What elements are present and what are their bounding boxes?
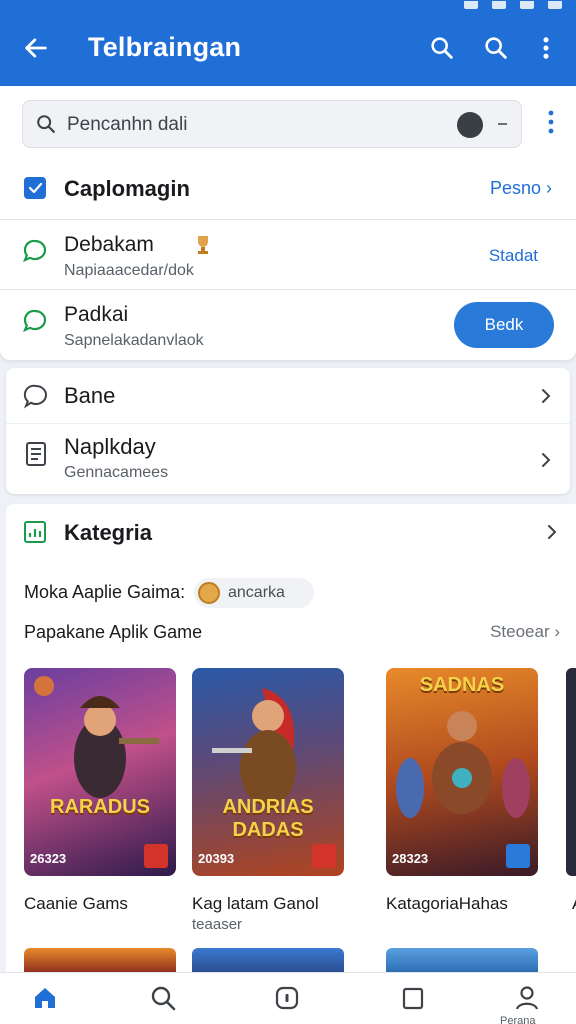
game-card-peek[interactable] xyxy=(566,668,576,876)
battery-icon xyxy=(520,1,534,9)
game-title-peek: A xyxy=(572,894,576,914)
filter-icon[interactable] xyxy=(498,123,507,125)
games-subtitle: Papakane Aplik Game xyxy=(24,622,203,642)
battery-icon-2 xyxy=(548,1,562,9)
game-card[interactable]: RARADUS 26323 Caanie Gams xyxy=(24,668,176,913)
game-card[interactable]: SADNAS 28323 KatagoriaHahas xyxy=(386,668,538,913)
game-thumbnail-row2[interactable] xyxy=(192,948,344,974)
app-bar: Telbraingan xyxy=(0,0,576,86)
chevron-right-icon xyxy=(542,453,551,467)
game-card[interactable]: ANDRIAS DADAS 20393 Kag latam Ganol teaa… xyxy=(192,668,344,933)
game-title: Kag latam Ganol xyxy=(192,894,319,913)
game-thumbnail[interactable]: SADNAS 28323 xyxy=(386,668,538,876)
list-item[interactable]: Padkai Sapnelakadanvlaok Bedk xyxy=(0,290,576,360)
back-button[interactable]: Bedk xyxy=(454,302,554,348)
chat-bubble-icon xyxy=(23,239,47,263)
list-item-title: Debakam xyxy=(64,233,154,256)
search-bar[interactable]: Pencanhn dali xyxy=(22,100,522,148)
list-item[interactable]: Debakam Napiaaacedar/dok Stadat xyxy=(0,220,576,290)
game-logo: SADNAS xyxy=(419,674,505,696)
menu-item-bane[interactable]: Bane xyxy=(6,368,570,424)
menu-item-naplkday[interactable]: Naplkday Gennacamees xyxy=(6,424,570,494)
menu-item-label: Naplkday xyxy=(64,434,156,459)
game-logo: ANDRIAS DADAS xyxy=(222,796,314,841)
game-controller-icon[interactable] xyxy=(272,983,302,1013)
search-icon-2[interactable] xyxy=(482,34,510,62)
see-all-text[interactable]: Steoear xyxy=(490,622,550,641)
game-year: 26323 xyxy=(30,851,67,866)
comment-icon xyxy=(23,384,47,409)
chip-label: ancarka xyxy=(228,584,285,601)
game-thumbnail[interactable]: RARADUS 26323 xyxy=(24,668,176,876)
chevron-right-icon xyxy=(548,525,557,539)
document-icon xyxy=(26,442,46,466)
status-bar xyxy=(464,0,562,10)
games-card: Kategria Moka Aaplie Gaima: ancarka Papa… xyxy=(6,504,576,974)
search-icon-nav[interactable] xyxy=(148,983,178,1013)
promo-label: Moka Aaplie Gaima: xyxy=(24,582,186,602)
voice-search-icon[interactable] xyxy=(457,112,483,138)
top-card: Pencanhn dali Caplomagin Pesno › Debakam… xyxy=(0,86,576,360)
coin-icon xyxy=(198,582,220,604)
list-item-title: Padkai xyxy=(64,303,129,326)
badge-icon xyxy=(312,844,336,868)
chevron-right-icon xyxy=(542,389,551,403)
book-icon xyxy=(144,844,168,868)
signal-icon xyxy=(464,1,478,9)
game-logo: RARADUS xyxy=(50,796,150,818)
game-thumbnail-row2[interactable] xyxy=(24,948,176,974)
section-link[interactable]: Pesno › xyxy=(490,178,552,199)
nav-label-profile: Perana xyxy=(500,1015,536,1024)
trophy-icon xyxy=(198,236,208,254)
game-subtitle: teaaser xyxy=(192,916,243,933)
section-link-text[interactable]: Pesno xyxy=(490,178,541,198)
game-title: KatagoriaHahas xyxy=(386,894,508,913)
search-input[interactable]: Pencanhn dali xyxy=(67,114,187,136)
game-title: Caanie Gams xyxy=(24,894,128,913)
game-year: 28323 xyxy=(392,851,429,866)
wifi-icon xyxy=(492,1,506,9)
menu-item-label: Bane xyxy=(64,383,116,408)
game-thumbnail[interactable]: ANDRIAS DADAS 20393 xyxy=(192,668,344,876)
game-year: 20393 xyxy=(198,851,235,866)
more-vert-icon[interactable] xyxy=(532,34,560,62)
filter-chip[interactable]: ancarka xyxy=(194,578,314,608)
globe-icon xyxy=(506,844,530,868)
chart-icon xyxy=(24,521,46,543)
section-label: Caplomagin xyxy=(64,176,190,201)
game-thumbnail-row2[interactable] xyxy=(386,948,538,974)
chat-bubble-icon xyxy=(23,309,47,333)
menu-card: Bane Naplkday Gennacamees xyxy=(6,368,570,494)
list-item-subtitle: Napiaaacedar/dok xyxy=(64,262,194,279)
more-vert-icon-search[interactable] xyxy=(548,110,554,134)
menu-item-subtitle: Gennacamees xyxy=(64,464,169,481)
checkbox-icon[interactable] xyxy=(24,177,46,199)
status-link[interactable]: Stadat xyxy=(489,246,538,266)
section-header-row[interactable]: Caplomagin Pesno › xyxy=(0,158,576,220)
library-icon[interactable] xyxy=(398,983,428,1013)
see-all-link[interactable]: Steoear › xyxy=(490,622,560,642)
profile-icon[interactable] xyxy=(512,983,542,1013)
search-icon[interactable] xyxy=(428,34,456,62)
search-icon-field xyxy=(37,115,55,133)
bottom-nav: Perana xyxy=(0,972,576,1024)
category-title: Kategria xyxy=(64,520,153,545)
page-title: Telbraingan xyxy=(88,32,242,62)
home-icon[interactable] xyxy=(30,983,60,1013)
list-item-subtitle: Sapnelakadanvlaok xyxy=(64,332,204,349)
category-header[interactable]: Kategria xyxy=(6,504,576,560)
back-arrow-icon[interactable] xyxy=(22,34,50,62)
